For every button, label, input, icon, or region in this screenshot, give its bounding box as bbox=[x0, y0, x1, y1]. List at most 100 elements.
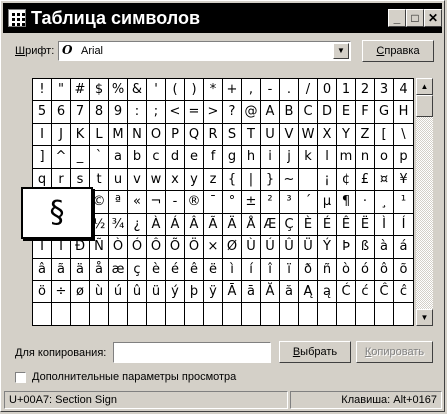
character-cell[interactable]: Ã bbox=[204, 213, 223, 237]
character-cell[interactable]: Ĉ bbox=[375, 280, 394, 304]
character-cell[interactable]: £ bbox=[356, 168, 375, 192]
characters-to-copy-input[interactable] bbox=[113, 342, 271, 363]
character-cell[interactable]: e bbox=[185, 146, 204, 169]
character-cell[interactable]: ô bbox=[375, 258, 394, 281]
character-cell[interactable]: Ù bbox=[242, 236, 261, 259]
character-cell[interactable]: m bbox=[337, 146, 356, 169]
character-cell[interactable]: y bbox=[185, 168, 204, 192]
character-cell[interactable]: ù bbox=[90, 280, 109, 304]
character-cell[interactable]: Û bbox=[280, 236, 299, 259]
character-cell[interactable]: C bbox=[299, 101, 318, 124]
character-cell[interactable]: O bbox=[147, 123, 166, 147]
character-cell[interactable]: ^ bbox=[52, 146, 71, 169]
character-cell[interactable]: ĉ bbox=[394, 281, 413, 304]
character-cell[interactable]: Ć bbox=[337, 280, 356, 304]
character-cell[interactable] bbox=[394, 303, 413, 325]
character-cell[interactable]: ë bbox=[204, 258, 223, 281]
character-cell[interactable]: B bbox=[280, 101, 299, 124]
character-cell[interactable]: ã bbox=[52, 258, 71, 281]
character-cell[interactable]: Ò bbox=[109, 236, 128, 259]
advanced-view-label[interactable]: Дополнительные параметры просмотра bbox=[32, 371, 236, 383]
character-cell[interactable]: ÿ bbox=[204, 280, 223, 304]
character-cell[interactable]: ~ bbox=[280, 168, 299, 192]
character-cell[interactable]: | bbox=[242, 168, 261, 192]
character-cell[interactable]: ; bbox=[147, 101, 166, 124]
character-cell[interactable]: ý bbox=[166, 280, 185, 304]
character-cell[interactable]: L bbox=[90, 123, 109, 147]
character-cell[interactable]: 7 bbox=[71, 101, 90, 124]
character-cell[interactable]: @ bbox=[242, 101, 261, 124]
character-cell[interactable]: k bbox=[299, 146, 318, 169]
character-cell[interactable] bbox=[128, 303, 147, 326]
character-cell[interactable]: 0 bbox=[318, 79, 337, 102]
character-cell[interactable] bbox=[204, 303, 223, 326]
character-cell[interactable]: 2 bbox=[356, 79, 375, 102]
character-cell[interactable]: ± bbox=[242, 191, 261, 214]
character-cell[interactable]: ( bbox=[166, 79, 185, 102]
character-cell[interactable]: µ bbox=[318, 191, 337, 214]
character-cell[interactable]: À bbox=[147, 213, 166, 237]
chevron-down-icon[interactable]: ▼ bbox=[333, 43, 349, 59]
character-cell[interactable]: W bbox=[299, 123, 318, 147]
font-combobox[interactable]: O Arial ▼ bbox=[58, 41, 351, 61]
character-cell[interactable]: à bbox=[375, 236, 394, 259]
character-cell[interactable]: í bbox=[242, 258, 261, 281]
scroll-thumb[interactable] bbox=[416, 95, 433, 117]
character-cell[interactable]: ¥ bbox=[394, 169, 413, 192]
character-cell[interactable]: " bbox=[52, 79, 71, 102]
character-cell[interactable]: 4 bbox=[394, 79, 413, 102]
character-cell[interactable]: þ bbox=[185, 280, 204, 304]
character-cell[interactable]: + bbox=[223, 79, 242, 102]
character-cell[interactable]: Å bbox=[242, 213, 261, 237]
character-cell[interactable]: ´ bbox=[299, 191, 318, 214]
character-cell[interactable] bbox=[147, 303, 166, 326]
character-cell[interactable] bbox=[242, 303, 261, 326]
character-cell[interactable]: ä bbox=[71, 258, 90, 281]
character-cell[interactable]: 6 bbox=[52, 101, 71, 124]
maximize-button[interactable]: □ bbox=[406, 9, 424, 27]
character-cell[interactable]: , bbox=[242, 79, 261, 102]
character-cell[interactable]: V bbox=[280, 123, 299, 147]
close-button[interactable]: ✕ bbox=[424, 9, 442, 27]
character-cell[interactable]: # bbox=[71, 79, 90, 102]
copy-button[interactable]: Копировать bbox=[356, 341, 433, 363]
character-cell[interactable]: ® bbox=[185, 191, 204, 214]
character-cell[interactable]: × bbox=[204, 236, 223, 259]
character-cell[interactable]: A bbox=[261, 101, 280, 124]
character-cell[interactable]: ă bbox=[280, 280, 299, 304]
character-cell[interactable]: Æ bbox=[261, 213, 280, 237]
character-cell[interactable]: Þ bbox=[337, 236, 356, 259]
character-cell[interactable]: [ bbox=[375, 123, 394, 147]
character-cell[interactable]: w bbox=[147, 168, 166, 192]
character-cell[interactable]: : bbox=[128, 101, 147, 124]
character-cell[interactable]: ` bbox=[90, 146, 109, 169]
character-cell[interactable]: a bbox=[109, 146, 128, 169]
character-cell[interactable]: 1 bbox=[337, 79, 356, 102]
character-cell[interactable]: v bbox=[128, 168, 147, 192]
character-cell[interactable]: Ë bbox=[356, 213, 375, 237]
character-cell[interactable]: D bbox=[318, 101, 337, 124]
character-cell[interactable]: F bbox=[356, 101, 375, 124]
character-cell[interactable]: < bbox=[166, 101, 185, 124]
character-cell[interactable] bbox=[280, 303, 299, 326]
character-cell[interactable]: _ bbox=[71, 146, 90, 169]
character-cell[interactable]: ü bbox=[147, 280, 166, 304]
character-cell[interactable]: S bbox=[223, 123, 242, 147]
character-cell[interactable]: ì bbox=[223, 258, 242, 281]
character-cell[interactable]: ) bbox=[185, 79, 204, 102]
character-cell[interactable]: 5 bbox=[33, 101, 52, 124]
character-cell[interactable]: G bbox=[375, 101, 394, 124]
character-cell[interactable]: Ā bbox=[223, 280, 242, 304]
character-cell[interactable] bbox=[375, 303, 394, 326]
character-cell[interactable]: Â bbox=[185, 213, 204, 237]
character-cell[interactable]: x bbox=[166, 168, 185, 192]
character-cell[interactable]: p bbox=[394, 146, 413, 169]
character-cell[interactable]: Ą bbox=[299, 280, 318, 304]
character-cell[interactable] bbox=[337, 303, 356, 326]
character-cell[interactable]: = bbox=[185, 101, 204, 124]
character-cell[interactable]: E bbox=[337, 101, 356, 124]
minimize-button[interactable]: _ bbox=[388, 9, 406, 27]
character-cell[interactable]: K bbox=[71, 123, 90, 147]
character-cell[interactable]: â bbox=[33, 258, 52, 281]
character-cell[interactable]: Ö bbox=[185, 236, 204, 259]
